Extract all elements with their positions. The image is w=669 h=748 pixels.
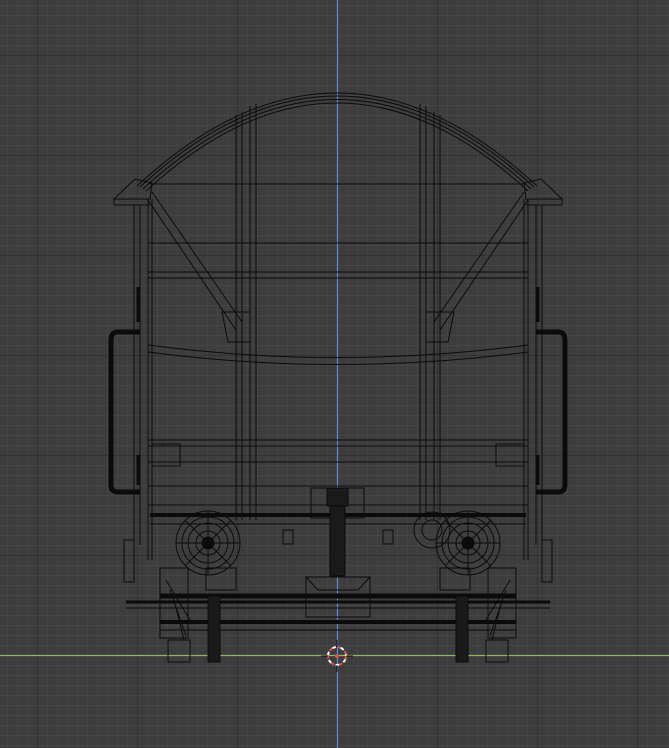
3d-cursor-icon[interactable] [321,640,353,672]
3d-viewport[interactable] [0,0,669,748]
viewport-canvas [0,0,669,748]
brake-wheel-left [175,510,241,576]
brake-wheel-right [413,510,501,576]
